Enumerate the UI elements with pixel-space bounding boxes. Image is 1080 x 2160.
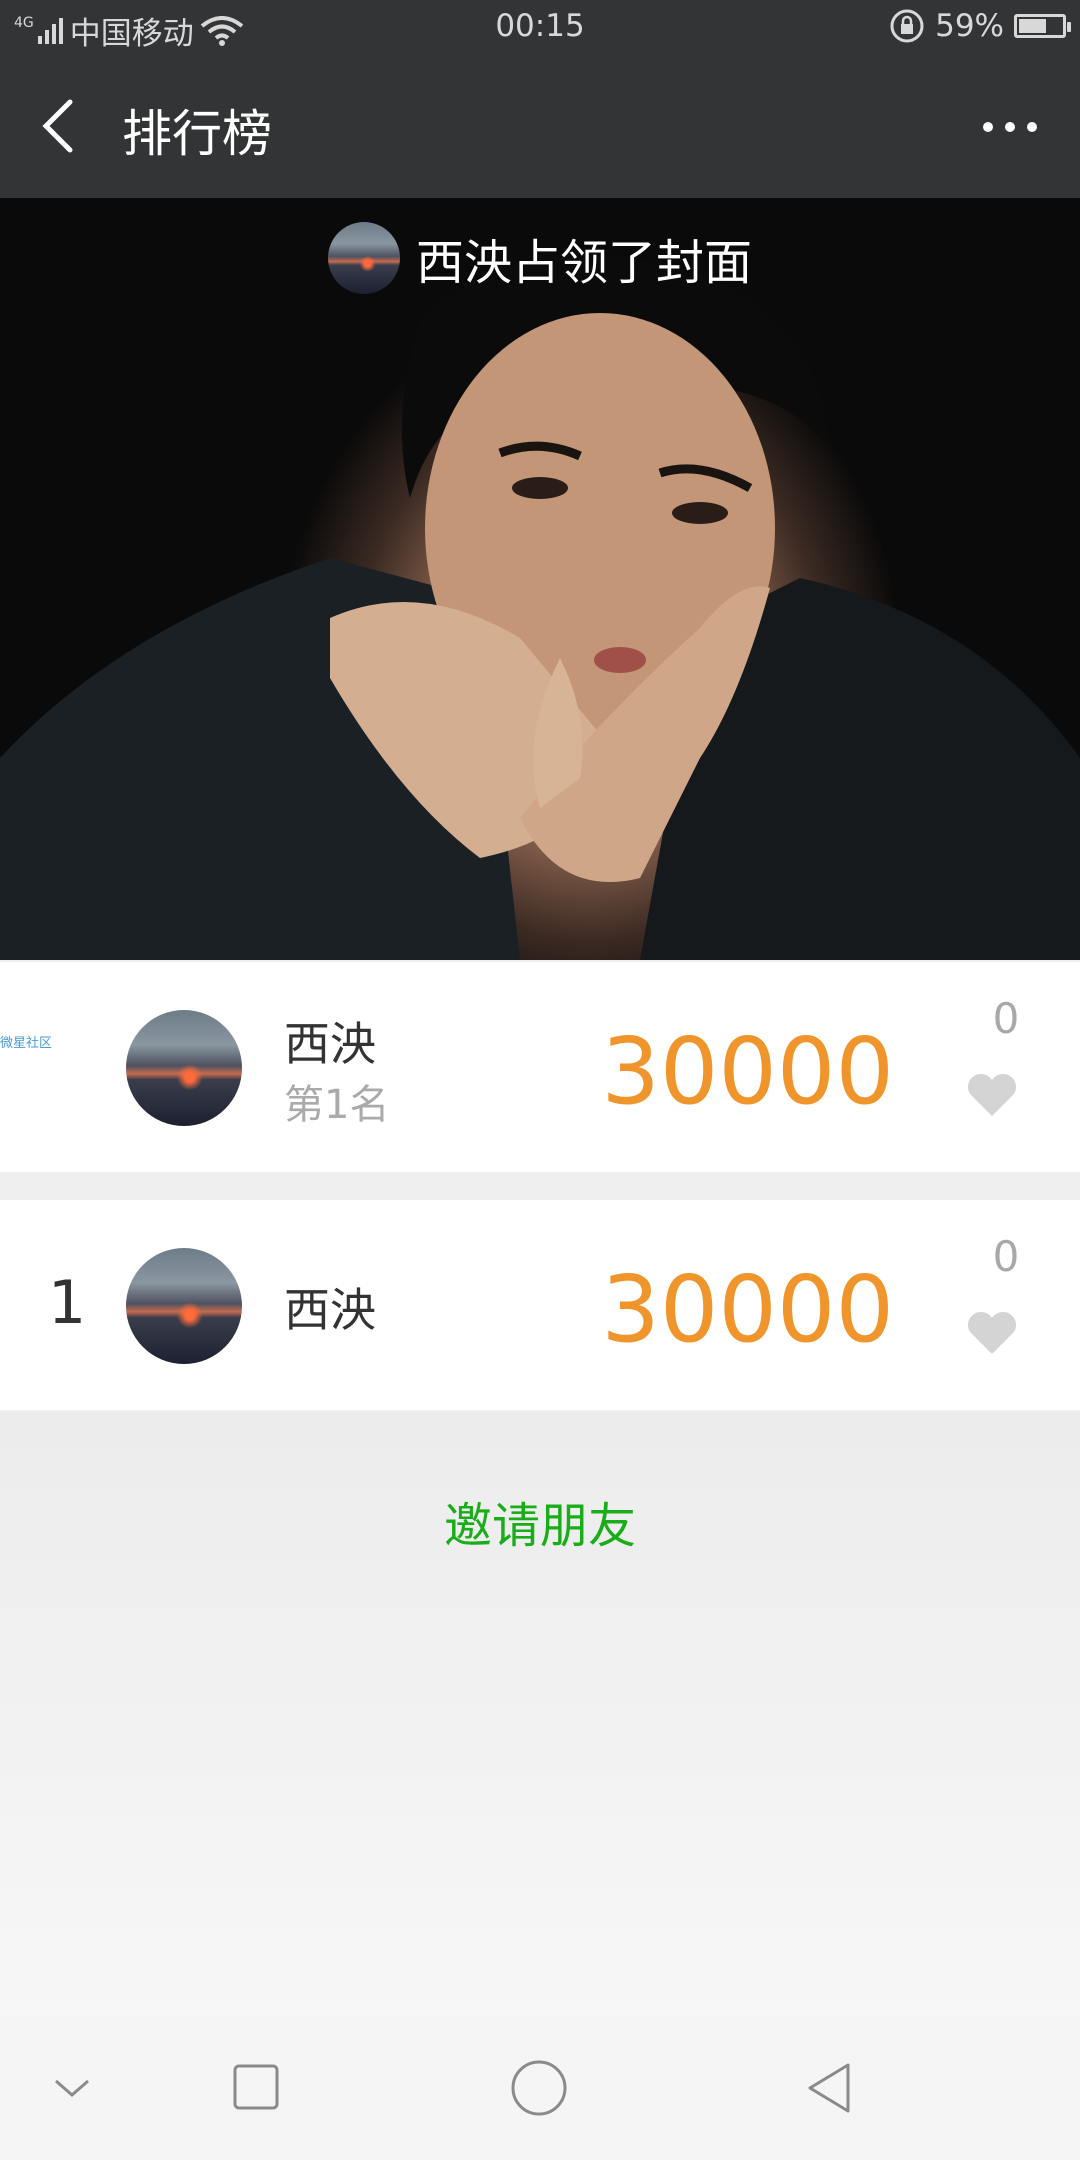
cover-owner-avatar[interactable] [327, 222, 400, 294]
back-chevron-icon[interactable] [34, 96, 84, 156]
more-dots-icon[interactable] [980, 112, 1040, 142]
page-title: 排行榜 [122, 105, 272, 163]
status-right: 59% [889, 8, 1071, 44]
recent-apps-icon[interactable] [232, 2063, 280, 2111]
rotation-lock-icon [890, 9, 924, 43]
my-rank-row[interactable]: 微星社区 西泱 第1名 30000 0 [0, 962, 1080, 1172]
community-watermark: 微星社区 [0, 1036, 53, 1051]
user-name: 西泱 [284, 1283, 376, 1337]
cover-caption-text: 西泱占领了封面 [415, 235, 752, 291]
status-bar: 4G 中国移动 00:15 59% [0, 0, 1080, 56]
step-score: 30000 [601, 1018, 894, 1125]
invite-friends-link[interactable]: 邀请朋友 [0, 1486, 1080, 1556]
navigation-bar: 排行榜 [0, 56, 1080, 198]
avatar[interactable] [126, 1248, 242, 1364]
back-triangle-icon[interactable] [804, 2061, 854, 2115]
battery-fill [1019, 19, 1047, 33]
avatar[interactable] [126, 1010, 242, 1126]
cover-portrait-illustration [0, 255, 1080, 960]
leaderboard-row[interactable]: 1 西泱 30000 0 [0, 1200, 1080, 1410]
rank-number: 1 [48, 1268, 87, 1338]
like-count: 0 [992, 1232, 1020, 1281]
home-icon[interactable] [510, 2059, 568, 2117]
system-navigation-bar [0, 2017, 1080, 2160]
user-name: 西泱 [284, 1017, 376, 1071]
cover-photo: 西泱占领了封面 [0, 198, 1080, 960]
chevron-down-icon[interactable] [52, 2073, 92, 2103]
cover-caption: 西泱占领了封面 [0, 222, 1080, 294]
step-score: 30000 [601, 1256, 894, 1363]
heart-icon[interactable] [966, 1072, 1018, 1118]
like-count: 0 [992, 994, 1020, 1043]
battery-icon [1014, 14, 1071, 38]
heart-icon[interactable] [966, 1310, 1018, 1356]
battery-percent: 59% [935, 8, 1004, 44]
rank-label: 第1名 [284, 1082, 390, 1128]
